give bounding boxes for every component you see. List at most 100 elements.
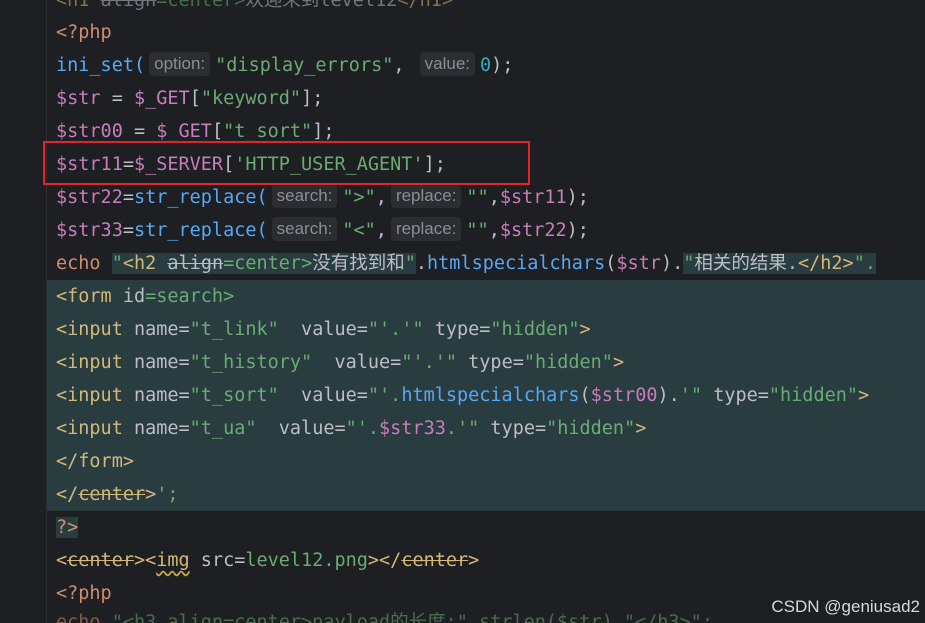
type-attr: type=: [457, 352, 524, 373]
var-str33: $str33: [56, 220, 123, 241]
align-attr: align: [100, 0, 157, 11]
echo-h3-statement: "<h3 align=center>payload的长度:".strlen($s…: [111, 612, 713, 623]
tag-close: >: [635, 418, 647, 439]
comma: ,: [375, 187, 387, 208]
assign: =: [122, 187, 134, 208]
input-tag: <input: [56, 319, 134, 340]
name-value: "t_sort": [189, 385, 279, 406]
string-end: ';: [156, 484, 179, 505]
code-line-str33: $str33=str_replace(search: "<", replace: ""…: [47, 214, 589, 247]
id-value: =search>: [145, 286, 235, 307]
var-str-ref: $str: [616, 253, 661, 274]
value-value-end: '": [679, 385, 703, 406]
h1-open-tag: <h1: [56, 0, 101, 11]
code-line-form-open: <form id=search>: [47, 280, 925, 313]
statement-end: );: [566, 220, 589, 241]
tag-close: >: [145, 484, 157, 505]
zero-number: 0: [480, 55, 492, 76]
get-superglobal: $_GET: [156, 121, 212, 142]
align-attr: align: [167, 253, 224, 274]
center-tag: center: [67, 550, 134, 571]
type-attr: type=: [702, 385, 769, 406]
type-value: "hidden": [523, 352, 613, 373]
img-tag: img: [156, 550, 190, 571]
code-line-str22: $str22=str_replace(search: ">", replace: ""…: [47, 181, 589, 214]
statement-end: ];: [312, 121, 335, 142]
comma: ,: [488, 187, 500, 208]
param-hint-value: value:: [419, 52, 476, 76]
keyword-string: "keyword": [200, 88, 302, 109]
value-value: "'.: [367, 385, 402, 406]
echo-keyword: echo: [56, 253, 112, 274]
code-editor[interactable]: <h1 align=center>欢迎来到level12</h1> <?php …: [47, 0, 925, 623]
name-attr: name=: [133, 319, 190, 340]
var-str22: $str22: [56, 187, 123, 208]
value-attr: value=: [256, 418, 346, 439]
value-attr: value=: [312, 352, 402, 373]
form-open-tag: <form: [56, 286, 123, 307]
name-value: "t_ua": [189, 418, 257, 439]
code-line-php-open: <?php: [47, 16, 112, 49]
code-line-center-close: </center>';: [47, 478, 925, 511]
name-value: "t_link": [189, 319, 279, 340]
input-tag: <input: [56, 418, 134, 439]
name-attr: name=: [133, 385, 190, 406]
id-attr: id: [122, 286, 146, 307]
paren-concat: ).: [657, 385, 680, 406]
quote: ": [111, 253, 123, 274]
statement-end: );: [566, 187, 589, 208]
h2-close-tag: </h2>: [798, 253, 854, 274]
h2-text: 没有找到和: [312, 253, 405, 274]
value-attr: value=: [278, 385, 368, 406]
code-line-echo-h3: echo "<h3 align=center>payload的长度:".strl…: [47, 606, 713, 623]
comma: ,: [393, 55, 405, 76]
var-str22-ref: $str22: [499, 220, 567, 241]
code-line-form-close: </form>: [47, 445, 925, 478]
code-line-echo-h2: echo "<h2 align=center>没有找到和".htmlspecia…: [47, 247, 876, 280]
quote: ": [683, 253, 695, 274]
echo-keyword: echo: [56, 612, 112, 623]
var-str: $str: [56, 88, 101, 109]
htmlspecialchars-function: htmlspecialchars: [401, 385, 580, 406]
input-tag: <input: [56, 385, 134, 406]
h2-open-tag: <h2: [122, 253, 168, 274]
type-attr: type=: [479, 418, 547, 439]
gt-string: ">": [342, 187, 376, 208]
code-line-input-t-sort: <input name="t_sort" value="'.htmlspecia…: [47, 379, 925, 412]
statement-end: ];: [301, 88, 324, 109]
code-line-h1: <h1 align=center>欢迎来到level12</h1>: [47, 0, 453, 17]
paren: (: [579, 385, 591, 406]
comma: ,: [375, 220, 387, 241]
center-tag: center: [78, 484, 146, 505]
param-hint-search: search:: [271, 184, 338, 208]
var-str00-ref: $str00: [590, 385, 658, 406]
bracket: [: [189, 88, 201, 109]
center-tag: center: [401, 550, 469, 571]
tag-close: >: [579, 319, 591, 340]
input-tag: <input: [56, 352, 134, 373]
quote-concat: ".: [853, 253, 876, 274]
assign: =: [122, 220, 134, 241]
tag-close: >: [858, 385, 870, 406]
get-superglobal: $_GET: [133, 88, 190, 109]
tag-close: >: [468, 550, 480, 571]
align-value: =center>: [156, 0, 246, 11]
ini-set-function: ini_set(: [56, 55, 146, 76]
type-value: "hidden": [768, 385, 858, 406]
h1-text: 欢迎来到level12: [245, 0, 398, 11]
code-line-input-t-history: <input name="t_history" value="'.'" type…: [47, 346, 925, 379]
code-line-input-t-link: <input name="t_link" value="'.'" type="h…: [47, 313, 925, 346]
display-errors-string: "display_errors": [215, 55, 394, 76]
watermark: CSDN @geniusad2: [771, 597, 920, 616]
value-value: "'.'": [401, 352, 458, 373]
bracket: [: [211, 121, 224, 142]
h2-text2: 相关的结果.: [694, 253, 798, 274]
empty-string: "": [466, 220, 489, 241]
assign: =: [100, 88, 134, 109]
tag-join: ></: [367, 550, 402, 571]
comma: ,: [488, 220, 500, 241]
value-value: "'.'": [367, 319, 424, 340]
name-value: "t_history": [189, 352, 313, 373]
tag-open: <: [56, 550, 68, 571]
annotation-highlight-box: [43, 141, 530, 185]
